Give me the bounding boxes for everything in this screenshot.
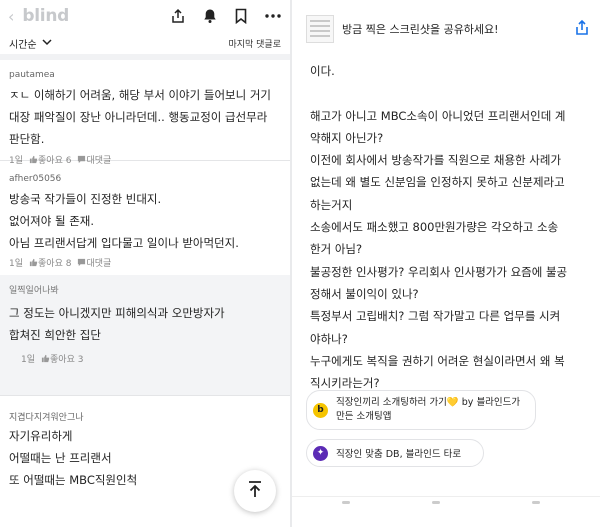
more-icon[interactable] <box>264 8 282 24</box>
sort-bar: 시간순 마지막 댓글로 <box>0 32 290 54</box>
comment-item: pautamea ㅈㄴ 이해하기 어려움, 해당 부서 이야기 들어보니 거기 … <box>0 60 290 166</box>
like-count: 좋아요 3 <box>50 355 84 365</box>
sort-dropdown[interactable]: 시간순 <box>9 36 52 51</box>
reply-button[interactable]: 대댓글 <box>77 256 111 269</box>
screenshot-share-banner[interactable]: 방금 찍은 스크린샷을 공유하세요! <box>292 0 600 58</box>
comment-item: afher05056 방송국 작가들이 진정한 빈대지. 없어져야 될 존재. … <box>0 161 290 271</box>
bell-icon[interactable] <box>202 8 218 24</box>
bookmark-icon[interactable] <box>234 8 248 24</box>
chevron-down-icon <box>42 38 52 49</box>
reply-meta: 1일 좋아요 3 <box>9 352 281 365</box>
chevron-left-icon: ‹ <box>8 6 15 26</box>
comment-text: ㅈㄴ 이해하기 어려움, 해당 부서 이야기 들어보니 거기 대장 패악질이 장… <box>9 88 272 146</box>
like-count: 좋아요 8 <box>38 259 72 269</box>
promo-tarot-button[interactable]: ✦ 직장인 맞춤 DB, 블라인드 타로 <box>306 439 484 467</box>
scroll-to-top-button[interactable] <box>234 470 276 512</box>
comment-author: afher05056 <box>9 174 62 184</box>
app-logo: blind <box>22 6 70 26</box>
back-button[interactable]: ‹ blind <box>8 6 69 26</box>
post-body-text: 이다. 해고가 아니고 MBC소속이 아니었던 프리랜서인데 계 약해지 아닌가… <box>310 64 568 391</box>
comment-meta: 1일 좋아요 8 대댓글 <box>9 256 281 269</box>
comments-panel: ‹ blind 시간순 마지막 댓글로 pautamea ㅈㄴ 이해하기 어려움… <box>0 0 290 527</box>
like-button[interactable]: 좋아요 8 <box>29 256 71 269</box>
comment-text: 방송국 작가들이 진정한 빈대지. 없어져야 될 존재. 아님 프리랜서답게 입… <box>9 192 239 250</box>
promo-dating-app-button[interactable]: b 직장인끼리 소개팅하러 가기💛 by 블라인드가 만든 소개팅앱 <box>306 390 536 430</box>
promo-text: 직장인끼리 소개팅하러 가기💛 by 블라인드가 만든 소개팅앱 <box>336 397 521 422</box>
comment-time: 1일 <box>9 259 24 269</box>
share-banner-text: 방금 찍은 스크린샷을 공유하세요! <box>342 23 499 36</box>
comment-author: 지겹다지겨워안그나 <box>9 413 84 423</box>
blind-b-icon: b <box>313 402 328 418</box>
share-icon[interactable] <box>574 19 590 40</box>
reply-time: 1일 <box>21 355 36 365</box>
bottom-action-bar <box>292 496 600 527</box>
screenshot-thumbnail <box>306 15 334 43</box>
share-icon[interactable] <box>170 8 186 24</box>
compass-icon: ✦ <box>313 445 328 461</box>
comment-author: pautamea <box>9 70 55 80</box>
arrow-up-icon <box>247 480 263 502</box>
like-button[interactable]: 좋아요 3 <box>41 352 83 365</box>
top-bar: ‹ blind <box>0 0 290 32</box>
jump-to-last-comment-link[interactable]: 마지막 댓글로 <box>228 37 281 50</box>
comment-bubble-icon <box>77 258 86 267</box>
reply-author: 일찍일어나봐 <box>9 286 59 296</box>
sort-label: 시간순 <box>9 39 37 51</box>
thumbs-up-icon <box>41 354 50 363</box>
promo-text: 직장인 맞춤 DB, 블라인드 타로 <box>336 449 462 460</box>
thumbs-up-icon <box>29 258 38 267</box>
reply-text: 그 정도는 아니겠지만 피해의식과 오만방자가 합쳐진 희안한 집단 <box>9 306 225 342</box>
reply-label: 대댓글 <box>86 259 112 269</box>
nested-reply: 일찍일어나봐 그 정도는 아니겠지만 피해의식과 오만방자가 합쳐진 희안한 집… <box>0 275 290 395</box>
